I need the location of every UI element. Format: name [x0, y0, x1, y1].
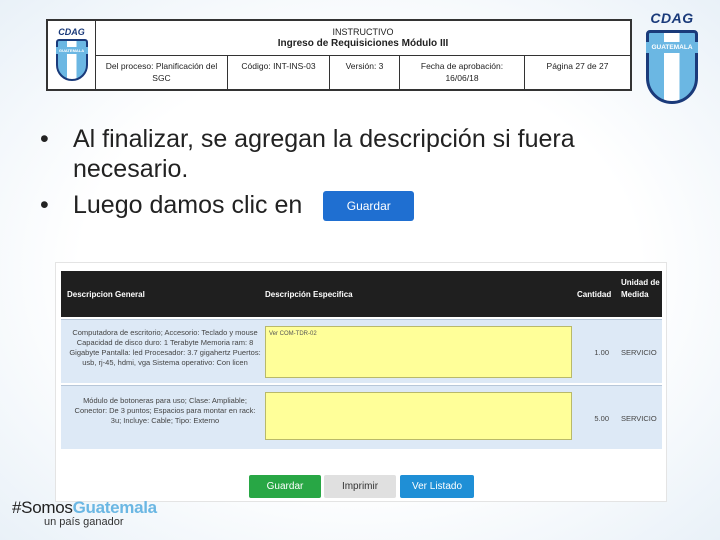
- logo-band: GUATEMALA: [55, 47, 88, 54]
- row-qty: 5.00: [594, 414, 609, 423]
- hashtag-prefix: #Somos: [12, 498, 73, 517]
- specific-textarea[interactable]: Ver COM-TDR-02: [265, 326, 572, 378]
- tagline: un país ganador: [44, 516, 124, 528]
- logo-text: CDAG: [58, 27, 85, 37]
- cdag-brand-logo: CDAG GUATEMALA: [640, 10, 704, 106]
- bullet-dot-icon: •: [40, 191, 49, 219]
- hashtag: #SomosGuatemala: [12, 498, 182, 518]
- col-specific: Descripción Especifica: [265, 290, 353, 299]
- bullet-item: • Luego damos clic en Guardar: [40, 190, 680, 222]
- row-unit: SERVICIO: [621, 414, 657, 423]
- bullet-text: Al finalizar, se agregan la descripción …: [73, 125, 575, 183]
- ver-listado-button[interactable]: Ver Listado: [400, 475, 474, 498]
- header-logo-cell: CDAG GUATEMALA: [48, 21, 96, 89]
- bullet-text: Luego damos clic en: [73, 191, 303, 219]
- document-header: CDAG GUATEMALA INSTRUCTIVO Ingreso de Re…: [46, 19, 632, 91]
- requisition-form: Descripcion General Descripción Especifi…: [55, 262, 667, 502]
- bullet-list: • Al finalizar, se agregan la descripció…: [40, 124, 680, 227]
- specific-textarea[interactable]: [265, 392, 572, 440]
- row-qty: 1.00: [594, 348, 609, 357]
- logo-shield-icon: GUATEMALA: [55, 39, 88, 81]
- bullet-item: • Al finalizar, se agregan la descripció…: [40, 124, 680, 184]
- header-version: Versión: 3: [330, 56, 400, 89]
- row-general: Módulo de botoneras para uso; Clase: Amp…: [74, 396, 256, 425]
- table-row: Computadora de escritorio; Accesorio: Te…: [61, 319, 662, 383]
- col-general: Descripcion General: [67, 290, 145, 299]
- row-unit: SERVICIO: [621, 348, 657, 357]
- hashtag-highlight: Guatemala: [72, 498, 158, 517]
- bullet-dot-icon: •: [40, 125, 49, 153]
- grid-header: Descripcion General Descripción Especifi…: [61, 271, 662, 317]
- header-process: Del proceso: Planificación del SGC: [96, 56, 228, 89]
- guardar-button[interactable]: Guardar: [249, 475, 321, 498]
- table-row: Módulo de botoneras para uso; Clase: Amp…: [61, 385, 662, 449]
- imprimir-button[interactable]: Imprimir: [324, 475, 396, 498]
- col-qty: Cantidad: [577, 290, 612, 299]
- header-line2: Ingreso de Requisiciones Módulo III: [277, 38, 449, 49]
- col-unit: Unidad de Medida: [621, 278, 660, 299]
- header-approval-date: Fecha de aprobación: 16/06/18: [400, 56, 525, 89]
- form-actions: Guardar Imprimir Ver Listado: [56, 475, 668, 498]
- brand-logo-text: CDAG: [650, 10, 694, 26]
- inline-guardar-button[interactable]: Guardar: [323, 191, 415, 222]
- cdag-small-logo: CDAG GUATEMALA: [53, 27, 91, 83]
- somos-guatemala-logo: #SomosGuatemala un país ganador: [12, 498, 182, 538]
- header-line1: INSTRUCTIVO: [332, 27, 394, 37]
- header-code: Código: INT-INS-03: [228, 56, 330, 89]
- row-general: Computadora de escritorio; Accesorio: Te…: [69, 328, 261, 367]
- brand-band: GUATEMALA: [646, 42, 698, 53]
- brand-shield-icon: GUATEMALA: [646, 30, 698, 104]
- header-page: Página 27 de 27: [546, 61, 609, 71]
- header-title: INSTRUCTIVO Ingreso de Requisiciones Mód…: [96, 21, 630, 56]
